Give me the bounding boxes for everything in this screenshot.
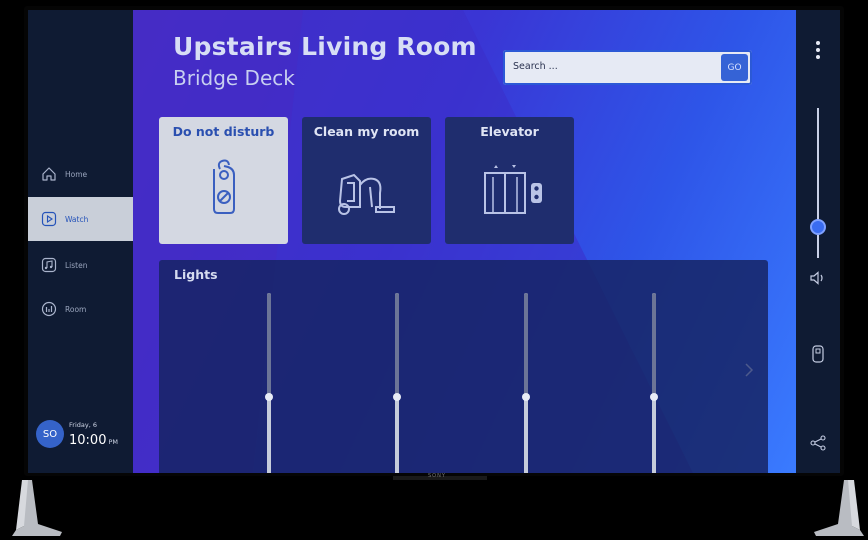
go-button[interactable]: GO <box>721 54 748 81</box>
slider-thumb[interactable] <box>393 393 401 401</box>
tile-do-not-disturb[interactable]: Do not disturb <box>159 117 288 244</box>
nav-item-label: Listen <box>65 260 88 270</box>
music-icon <box>41 257 57 273</box>
nav-item-home[interactable]: Home <box>28 152 133 196</box>
clock-ampm: PM <box>108 437 118 446</box>
page-subtitle: Bridge Deck <box>173 66 295 90</box>
light-slider-4[interactable] <box>650 293 658 473</box>
brand-logo: SONY <box>428 473 446 479</box>
slider-thumb[interactable] <box>265 393 273 401</box>
light-slider-1[interactable] <box>265 293 273 473</box>
play-icon <box>41 211 57 227</box>
nav-item-label: Room <box>65 304 87 314</box>
left-nav: Home Watch Listen Room SO Friday, 6 10:0… <box>28 10 133 473</box>
clock: Friday, 6 10:00 PM <box>69 421 118 448</box>
clock-time: 10:00 <box>69 432 107 448</box>
tv-screen: Home Watch Listen Room SO Friday, 6 10:0… <box>28 10 840 473</box>
search-input[interactable]: Search ... <box>513 61 558 72</box>
avatar[interactable]: SO <box>36 420 64 448</box>
clock-date: Friday, 6 <box>69 420 97 429</box>
lights-panel: Lights <box>159 260 768 473</box>
search-box: Search ... GO <box>503 50 752 85</box>
lights-title: Lights <box>174 267 218 282</box>
share-icon[interactable] <box>796 435 840 451</box>
room-icon <box>41 301 57 317</box>
vacuum-icon <box>338 173 395 215</box>
volume-slider[interactable] <box>817 108 819 258</box>
more-options-icon[interactable] <box>796 40 840 60</box>
nav-item-listen[interactable]: Listen <box>28 243 133 287</box>
volume-thumb[interactable] <box>810 219 826 235</box>
light-slider-3[interactable] <box>522 293 530 473</box>
nav-item-label: Home <box>65 169 88 179</box>
tile-elevator[interactable]: Elevator <box>445 117 574 244</box>
slider-thumb[interactable] <box>650 393 658 401</box>
door-hanger-icon <box>213 159 235 214</box>
tv-leg-left <box>12 480 62 536</box>
page-title: Upstairs Living Room <box>173 32 477 61</box>
light-slider-2[interactable] <box>393 293 401 473</box>
tile-clean-my-room[interactable]: Clean my room <box>302 117 431 244</box>
elevator-icon <box>484 165 542 214</box>
main-panel: Upstairs Living Room Bridge Deck Search … <box>133 10 796 473</box>
chevron-right-icon[interactable] <box>744 362 754 382</box>
nav-item-label: Watch <box>65 214 89 224</box>
volume-icon[interactable] <box>796 271 840 285</box>
user-area: SO Friday, 6 10:00 PM <box>36 420 118 448</box>
nav-item-watch[interactable]: Watch <box>28 197 133 241</box>
right-rail <box>796 10 840 473</box>
tv-leg-right <box>814 480 864 536</box>
nav-item-room[interactable]: Room <box>28 287 133 331</box>
home-icon <box>41 166 57 182</box>
remote-icon[interactable] <box>796 345 840 363</box>
slider-thumb[interactable] <box>522 393 530 401</box>
